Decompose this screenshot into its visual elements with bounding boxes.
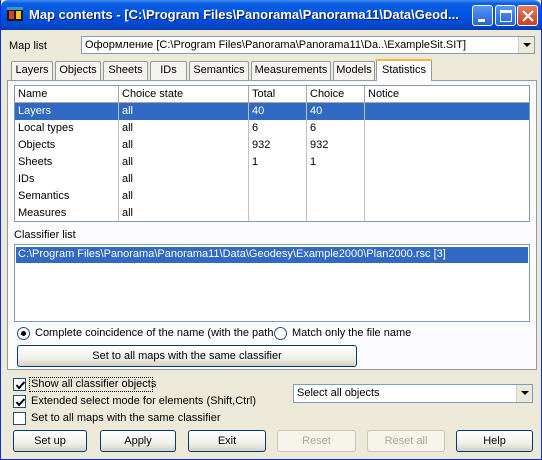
exit-button[interactable]: Exit bbox=[188, 430, 266, 452]
cell-state: all bbox=[119, 205, 249, 221]
column-header-name[interactable]: Name bbox=[15, 86, 119, 103]
table-row[interactable]: Semantics all bbox=[15, 188, 529, 205]
table-row[interactable]: IDs all bbox=[15, 171, 529, 188]
reset-all-button[interactable]: Reset all bbox=[367, 430, 445, 452]
cell-notice bbox=[365, 205, 529, 221]
cell-total bbox=[249, 171, 307, 188]
map-list-dropdown-button[interactable] bbox=[518, 37, 534, 53]
app-icon[interactable] bbox=[7, 7, 23, 23]
minimize-button[interactable] bbox=[472, 5, 493, 26]
cell-state: all bbox=[119, 154, 249, 171]
cell-total bbox=[249, 205, 307, 221]
window-title: Map contents - [C:\Program Files\Panoram… bbox=[29, 7, 459, 22]
cell-name: Local types bbox=[15, 120, 119, 137]
select-objects-value: Select all objects bbox=[297, 387, 380, 399]
tab-layers[interactable]: Layers bbox=[11, 61, 53, 80]
cell-total: 40 bbox=[249, 103, 307, 120]
table-row[interactable]: Objects all 932 932 bbox=[15, 137, 529, 154]
cell-name: Sheets bbox=[15, 154, 119, 171]
cell-state: all bbox=[119, 120, 249, 137]
set-all-maps-label[interactable]: Set to all maps with the same classifier bbox=[31, 412, 221, 424]
title-bar[interactable]: Map contents - [C:\Program Files\Panoram… bbox=[1, 0, 541, 30]
column-header-choice[interactable]: Choice bbox=[307, 86, 365, 103]
extended-select-checkbox[interactable] bbox=[13, 395, 26, 408]
column-header-total[interactable]: Total bbox=[249, 86, 307, 103]
extended-select-label[interactable]: Extended select mode for elements (Shift… bbox=[31, 395, 256, 407]
cell-name: Objects bbox=[15, 137, 119, 154]
cell-state: all bbox=[119, 171, 249, 188]
cell-notice bbox=[365, 171, 529, 188]
reset-button[interactable]: Reset bbox=[277, 430, 356, 452]
radio-file-only-label[interactable]: Match only the file name bbox=[292, 327, 411, 339]
radio-match-file-name[interactable] bbox=[274, 327, 287, 340]
cell-name: Layers bbox=[15, 103, 119, 120]
cell-choice: 6 bbox=[307, 120, 365, 137]
classifier-listbox[interactable]: C:\Program Files\Panorama\Panorama11\Dat… bbox=[14, 244, 530, 322]
tab-objects[interactable]: Objects bbox=[55, 61, 101, 80]
help-button[interactable]: Help bbox=[456, 430, 533, 452]
cell-notice bbox=[365, 188, 529, 205]
tab-statistics[interactable]: Statistics bbox=[376, 59, 432, 81]
tab-ids[interactable]: IDs bbox=[150, 61, 187, 80]
cell-choice bbox=[307, 188, 365, 205]
cell-choice bbox=[307, 205, 365, 221]
cell-choice: 1 bbox=[307, 154, 365, 171]
close-button[interactable] bbox=[517, 5, 538, 26]
tab-sheets[interactable]: Sheets bbox=[103, 61, 148, 80]
cell-name: Measures bbox=[15, 205, 119, 221]
cell-total: 932 bbox=[249, 137, 307, 154]
cell-name: Semantics bbox=[15, 188, 119, 205]
table-row[interactable]: Measures all bbox=[15, 205, 529, 221]
checkmark-icon bbox=[15, 398, 26, 407]
set-all-maps-checkbox[interactable] bbox=[13, 412, 26, 425]
table-row[interactable]: Local types all 6 6 bbox=[15, 120, 529, 137]
minimize-icon bbox=[478, 19, 485, 22]
tab-models[interactable]: Models bbox=[333, 61, 375, 80]
cell-state: all bbox=[119, 103, 249, 120]
focus-rectangle bbox=[29, 377, 153, 392]
radio-dot bbox=[21, 331, 26, 336]
statistics-table[interactable]: Name Choice state Total Choice Notice La… bbox=[14, 85, 530, 222]
maximize-button[interactable] bbox=[495, 5, 516, 26]
cell-total: 1 bbox=[249, 154, 307, 171]
cell-total: 6 bbox=[249, 120, 307, 137]
column-header-choice-state[interactable]: Choice state bbox=[119, 86, 249, 103]
cell-state: all bbox=[119, 137, 249, 154]
show-all-classifier-checkbox[interactable] bbox=[13, 378, 26, 391]
table-row[interactable]: Layers all 40 40 bbox=[15, 103, 529, 120]
map-list-value: Оформление [C:\Program Files\Panorama\Pa… bbox=[85, 39, 467, 51]
select-objects-dropdown-button[interactable] bbox=[516, 385, 532, 402]
radio-complete-label[interactable]: Complete coincidence of the name (with t… bbox=[35, 327, 273, 339]
close-icon bbox=[522, 10, 534, 22]
cell-choice bbox=[307, 171, 365, 188]
cell-choice: 932 bbox=[307, 137, 365, 154]
map-contents-window: Map contents - [C:\Program Files\Panoram… bbox=[0, 0, 542, 460]
cell-total bbox=[249, 188, 307, 205]
setup-button[interactable]: Set up bbox=[13, 430, 87, 452]
cell-notice bbox=[365, 154, 529, 171]
tab-semantics[interactable]: Semantics bbox=[189, 61, 249, 80]
cell-name: IDs bbox=[15, 171, 119, 188]
cell-notice bbox=[365, 120, 529, 137]
cell-notice bbox=[365, 103, 529, 120]
select-objects-combo[interactable]: Select all objects bbox=[293, 384, 533, 403]
classifier-list-label: Classifier list bbox=[14, 229, 76, 241]
column-header-notice[interactable]: Notice bbox=[365, 86, 529, 103]
map-list-combo[interactable]: Оформление [C:\Program Files\Panorama\Pa… bbox=[81, 36, 535, 54]
map-list-label: Map list bbox=[9, 40, 47, 52]
table-row[interactable]: Sheets all 1 1 bbox=[15, 154, 529, 171]
list-item[interactable]: C:\Program Files\Panorama\Panorama11\Dat… bbox=[16, 247, 528, 263]
apply-button[interactable]: Apply bbox=[100, 430, 176, 452]
maximize-icon bbox=[500, 10, 512, 22]
checkmark-icon bbox=[15, 381, 26, 390]
set-same-classifier-button[interactable]: Set to all maps with the same classifier bbox=[17, 345, 357, 367]
tab-measurements[interactable]: Measurements bbox=[251, 61, 331, 80]
chevron-down-icon bbox=[521, 391, 529, 395]
chevron-down-icon bbox=[523, 43, 531, 47]
cell-notice bbox=[365, 137, 529, 154]
cell-state: all bbox=[119, 188, 249, 205]
radio-complete-coincidence[interactable] bbox=[17, 327, 30, 340]
cell-choice: 40 bbox=[307, 103, 365, 120]
